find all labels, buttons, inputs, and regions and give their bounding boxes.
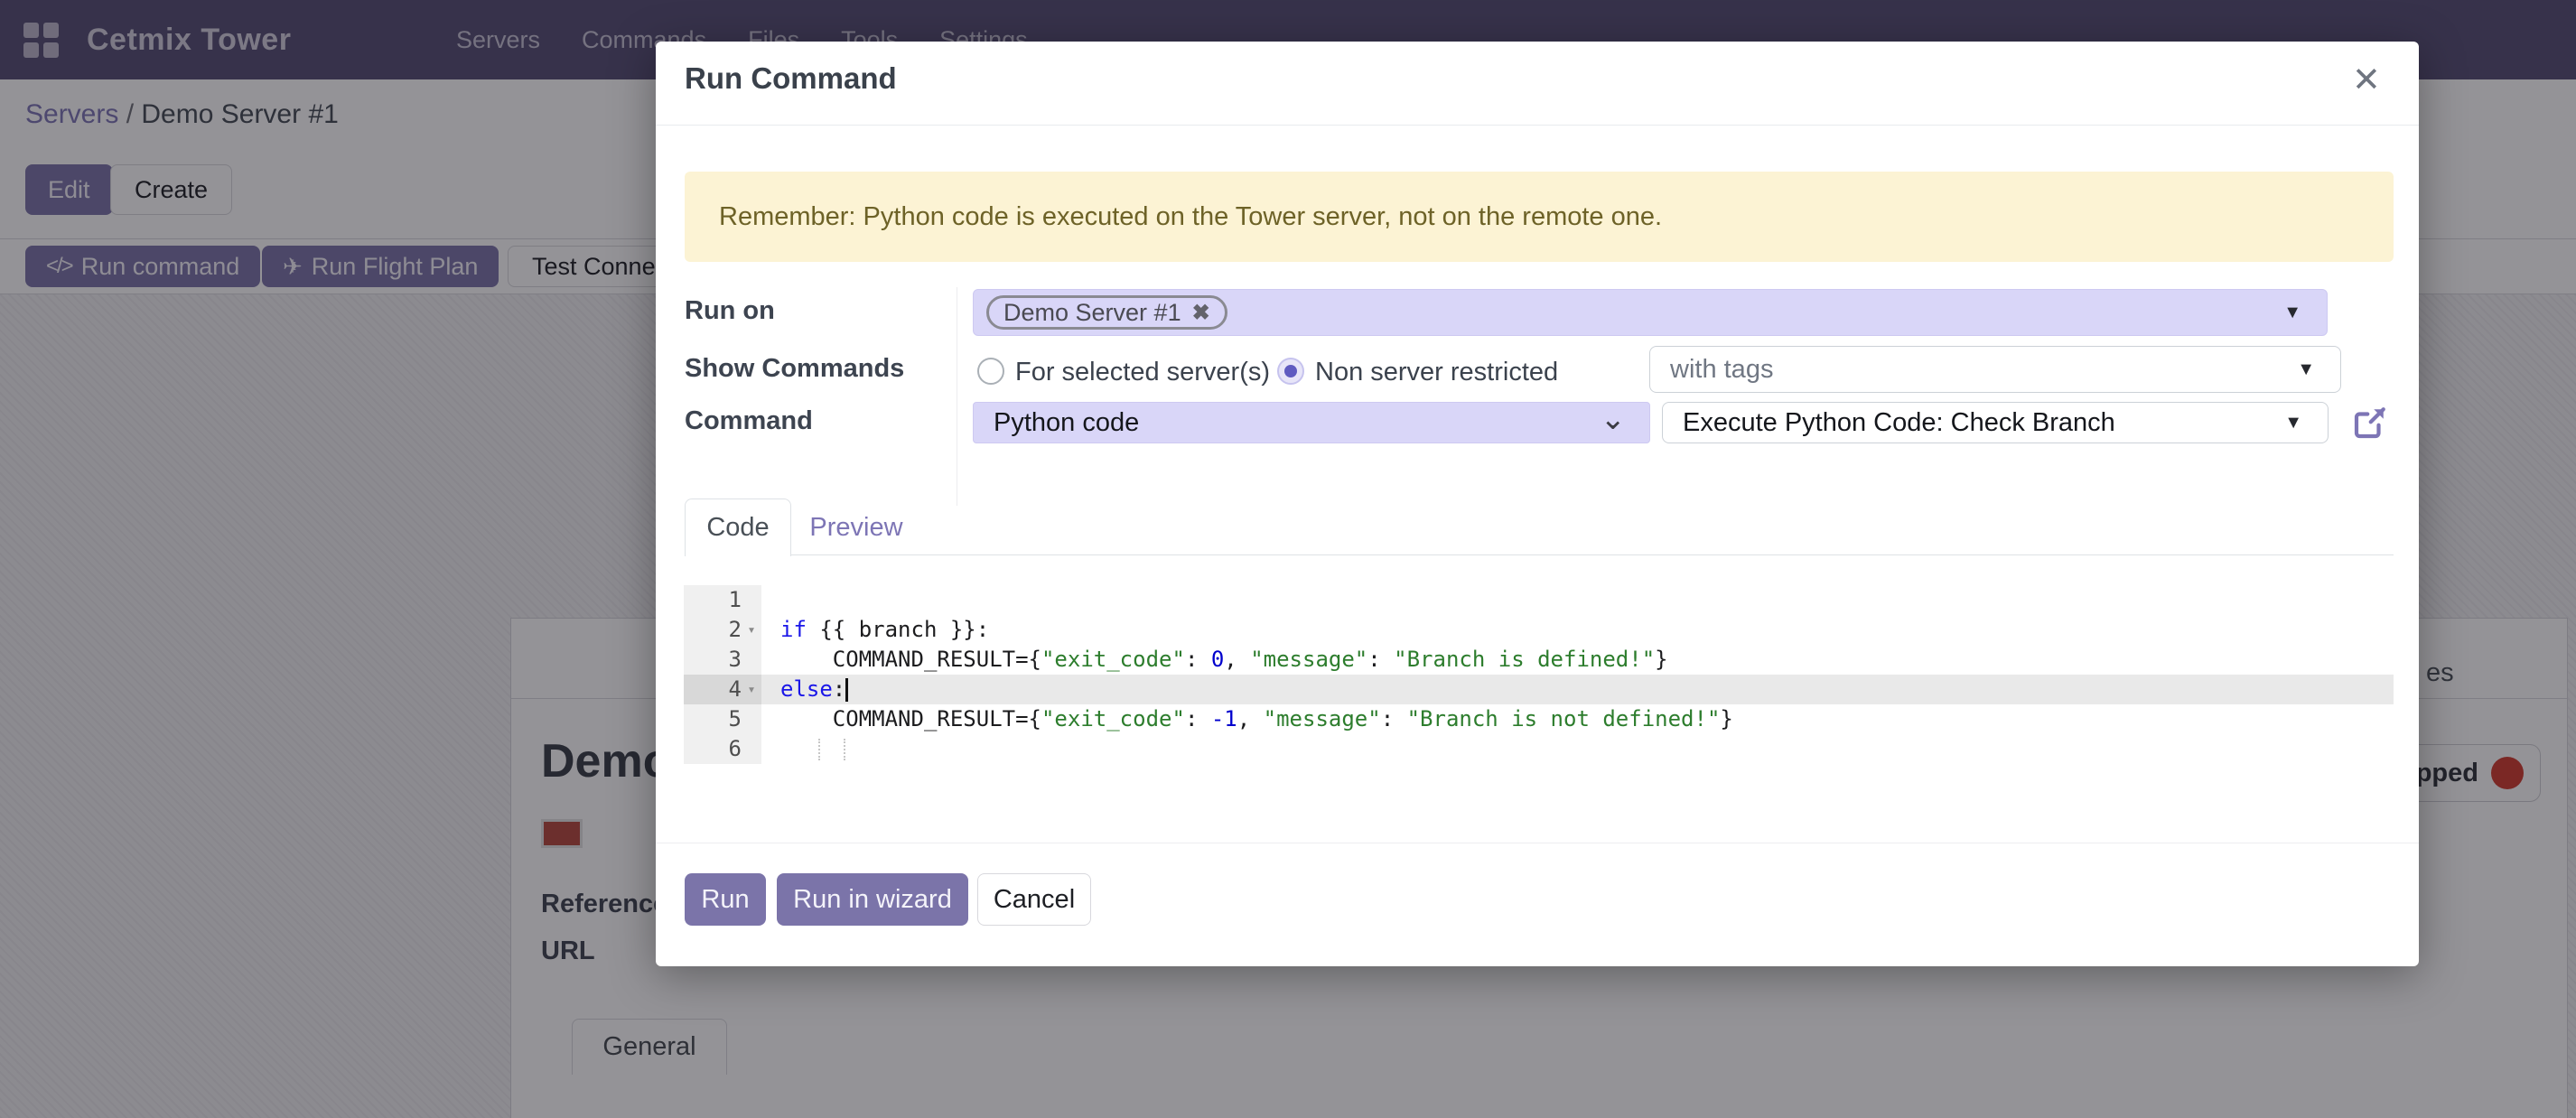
code-line: COMMAND_RESULT={"exit_code": 0, "message… <box>761 645 2394 675</box>
radio-for-selected-servers-label[interactable]: For selected server(s) <box>1015 358 1270 387</box>
text-cursor <box>845 678 848 702</box>
code-line: COMMAND_RESULT={"exit_code": -1, "messag… <box>761 704 2394 734</box>
code-line <box>761 585 2394 615</box>
python-warning-alert: Remember: Python code is executed on the… <box>685 172 2394 262</box>
line-number: 2▾ <box>684 615 761 645</box>
run-button[interactable]: Run <box>685 873 766 926</box>
editor-line-6[interactable]: 6 <box>684 734 2394 764</box>
command-type-select[interactable]: Python code ⌄ <box>973 402 1650 443</box>
editor-line-2[interactable]: 2▾if {{ branch }}: <box>684 615 2394 645</box>
indent-guide <box>818 739 820 760</box>
caret-down-icon: ▼ <box>2283 303 2301 323</box>
run-on-select[interactable]: Demo Server #1 ✖ ▼ <box>973 289 2328 336</box>
with-tags-select[interactable]: with tags ▼ <box>1649 346 2341 393</box>
command-select[interactable]: Execute Python Code: Check Branch ▼ <box>1662 402 2329 443</box>
editor-line-1[interactable]: 1 <box>684 585 2394 615</box>
modal-title: Run Command <box>685 61 897 96</box>
caret-down-icon: ▼ <box>2284 413 2302 433</box>
editor-line-3[interactable]: 3 COMMAND_RESULT={"exit_code": 0, "messa… <box>684 645 2394 675</box>
line-number: 5 <box>684 704 761 734</box>
radio-non-server-restricted[interactable] <box>1277 358 1304 385</box>
line-number: 6 <box>684 734 761 764</box>
chevron-down-icon: ⌄ <box>1601 401 1627 437</box>
tab-preview[interactable]: Preview <box>798 498 914 556</box>
code-editor[interactable]: 12▾if {{ branch }}:3 COMMAND_RESULT={"ex… <box>684 585 2394 764</box>
run-command-modal: Run Command ✕ Remember: Python code is e… <box>656 42 2419 966</box>
code-line: if {{ branch }}: <box>761 615 2394 645</box>
code-line <box>761 734 2394 764</box>
server-tag[interactable]: Demo Server #1 ✖ <box>986 295 1227 330</box>
indent-guide <box>844 739 845 760</box>
radio-for-selected-servers[interactable] <box>977 358 1004 385</box>
screen: Cetmix Tower ServersCommandsFilesToolsSe… <box>0 0 2576 1118</box>
fold-arrow-icon[interactable]: ▾ <box>742 615 761 645</box>
tab-code[interactable]: Code <box>685 498 791 556</box>
divider <box>685 554 2394 555</box>
code-line: else: <box>761 675 2394 704</box>
show-commands-label: Show Commands <box>685 354 904 384</box>
editor-line-4[interactable]: 4▾else: <box>684 675 2394 704</box>
cancel-button[interactable]: Cancel <box>977 873 1091 926</box>
run-in-wizard-button[interactable]: Run in wizard <box>777 873 968 926</box>
external-link-icon[interactable] <box>2350 405 2388 447</box>
command-label: Command <box>685 406 813 436</box>
caret-down-icon: ▼ <box>2297 359 2315 380</box>
editor-line-5[interactable]: 5 COMMAND_RESULT={"exit_code": -1, "mess… <box>684 704 2394 734</box>
radio-non-server-restricted-label[interactable]: Non server restricted <box>1315 358 1558 387</box>
line-number: 4▾ <box>684 675 761 704</box>
remove-tag-icon[interactable]: ✖ <box>1192 300 1210 326</box>
line-number: 1 <box>684 585 761 615</box>
divider <box>656 125 2419 126</box>
run-on-label: Run on <box>685 296 775 326</box>
fold-arrow-icon[interactable]: ▾ <box>742 675 761 704</box>
close-icon[interactable]: ✕ <box>2352 63 2381 98</box>
line-number: 3 <box>684 645 761 675</box>
